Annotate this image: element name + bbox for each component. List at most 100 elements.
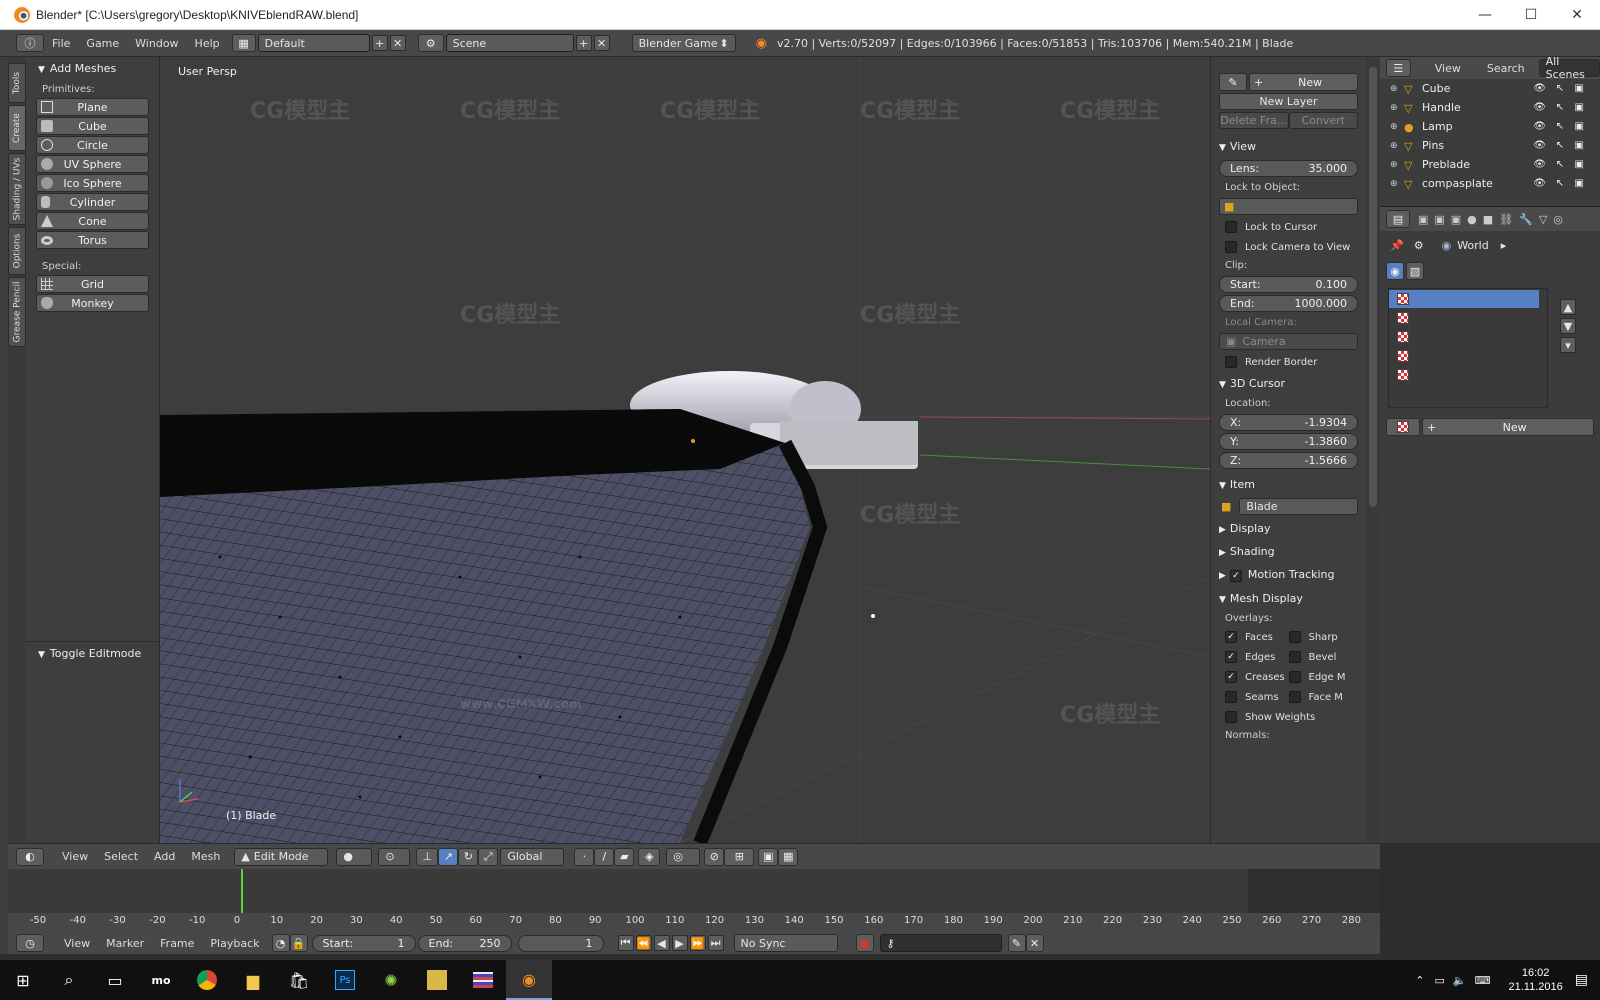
end-frame-field[interactable]: End: 250 (417, 934, 512, 952)
texture-slot[interactable] (1389, 290, 1539, 308)
properties-editor-icon[interactable]: ▤ (1386, 210, 1410, 228)
convert-button[interactable]: Convert (1288, 112, 1358, 129)
outliner-search-menu[interactable]: Search (1479, 62, 1533, 75)
cursor-y-field[interactable]: Y: -1.3860 (1219, 433, 1358, 450)
cursor-x-field[interactable]: X: -1.9304 (1219, 414, 1358, 431)
selectable-cursor-icon[interactable]: ↖ (1556, 140, 1564, 151)
face-select-icon[interactable]: ▰ (614, 847, 635, 866)
visibility-eye-icon[interactable]: 👁 (1533, 178, 1546, 189)
play-reverse-icon[interactable]: ◀ (653, 935, 670, 951)
viewport-menu-add[interactable]: Add (146, 850, 183, 863)
editor-type-3d-icon[interactable]: ◐ (16, 847, 44, 866)
jump-end-icon[interactable]: ⏭ (707, 935, 724, 951)
cursor-z-field[interactable]: Z: -1.5666 (1219, 452, 1358, 469)
outliner-view-menu[interactable]: View (1427, 62, 1469, 75)
pivot-dropdown[interactable]: ⊙ (378, 847, 411, 866)
outliner-row-lamp[interactable]: ⊕ ● Lamp 👁 ↖ ▣ (1380, 117, 1600, 136)
shading-panel-header[interactable]: ▶ Shading (1211, 540, 1366, 563)
app-icon-striped[interactable] (460, 960, 506, 1000)
render-camera-icon[interactable]: ▣ (1575, 178, 1584, 189)
scale-manipulator-icon[interactable]: ⤢ (478, 847, 499, 866)
motion-tracking-checkbox[interactable]: ✓ (1229, 570, 1242, 582)
delete-frame-button[interactable]: Delete Fra... (1219, 112, 1289, 129)
seams-checkbox[interactable]: Seams (1211, 687, 1289, 707)
add-uv-sphere-button[interactable]: UV Sphere (36, 155, 149, 173)
texture-browse-icon[interactable] (1386, 418, 1420, 436)
tray-chevron-icon[interactable]: ⌃ (1415, 974, 1424, 987)
move-slot-up-icon[interactable]: ▲ (1560, 299, 1576, 315)
timeline-menu-view[interactable]: View (56, 937, 98, 950)
outliner-row-compasplate[interactable]: ⊕ ▽ compasplate 👁 ↖ ▣ (1380, 174, 1600, 193)
remove-scene-icon[interactable]: ✕ (593, 35, 610, 51)
grease-pencil-new-button[interactable]: + New (1249, 73, 1358, 91)
auto-keyframe-record-icon[interactable]: ● (855, 934, 874, 952)
motion-tracking-panel-header[interactable]: ▶ ✓ Motion Tracking (1211, 563, 1366, 587)
local-camera-field[interactable]: ▣ Camera (1219, 333, 1358, 350)
render-camera-icon[interactable]: ▣ (1575, 121, 1584, 132)
timeline-menu-frame[interactable]: Frame (152, 937, 202, 950)
app-icon-mo[interactable]: mo (138, 960, 184, 1000)
selectable-cursor-icon[interactable]: ↖ (1556, 178, 1564, 189)
snap-element-dropdown[interactable]: ⊞ (724, 847, 755, 866)
add-layout-icon[interactable]: + (371, 35, 388, 51)
add-ico-sphere-button[interactable]: Ico Sphere (36, 174, 149, 192)
move-slot-down-icon[interactable]: ▼ (1560, 318, 1576, 334)
occlude-geometry-icon[interactable]: ◈ (638, 847, 661, 866)
volume-icon[interactable]: 🔈 (1453, 974, 1467, 987)
selectable-cursor-icon[interactable]: ↖ (1556, 121, 1564, 132)
timeline-menu-marker[interactable]: Marker (98, 937, 152, 950)
visibility-eye-icon[interactable]: 👁 (1533, 159, 1546, 170)
store-icon[interactable]: 🛍 (276, 960, 322, 1000)
outliner-row-pins[interactable]: ⊕ ▽ Pins 👁 ↖ ▣ (1380, 136, 1600, 155)
add-cube-button[interactable]: Cube (36, 117, 149, 135)
close-button[interactable]: ✕ (1554, 0, 1600, 30)
outliner-row-handle[interactable]: ⊕ ▽ Handle 👁 ↖ ▣ (1380, 98, 1600, 117)
3d-cursor-panel-header[interactable]: ▼ 3D Cursor (1211, 372, 1366, 395)
editor-type-info-icon[interactable]: ⓘ (16, 34, 44, 52)
scene-icon[interactable]: ⚙ (417, 34, 444, 52)
properties-context-icons[interactable]: ▣▣▣●■⛓🔧▽◎ (1418, 213, 1569, 226)
viewport-menu-select[interactable]: Select (96, 850, 146, 863)
selectable-cursor-icon[interactable]: ↖ (1556, 83, 1564, 94)
scene-field[interactable]: Scene (445, 34, 574, 52)
editor-type-timeline-icon[interactable]: ◷ (16, 934, 44, 952)
add-circle-button[interactable]: Circle (36, 136, 149, 154)
network-icon[interactable]: ▭ (1435, 974, 1445, 987)
item-panel-header[interactable]: ▼ Item (1211, 473, 1366, 496)
clip-end-field[interactable]: End: 1000.000 (1219, 295, 1358, 312)
visibility-eye-icon[interactable]: 👁 (1533, 102, 1546, 113)
maximize-button[interactable]: ☐ (1508, 0, 1554, 30)
render-preview-icon[interactable]: ▣ (758, 847, 779, 866)
viewport-menu-mesh[interactable]: Mesh (183, 850, 228, 863)
task-view-icon[interactable]: ▭ (92, 960, 138, 1000)
current-frame-field[interactable]: 1 (517, 934, 604, 952)
layout-icon[interactable]: ▦ (231, 34, 256, 52)
snap-toggle-icon[interactable]: ⊘ (704, 847, 725, 866)
minimize-button[interactable]: — (1462, 0, 1508, 30)
action-center-icon[interactable]: ▤ (1575, 972, 1588, 988)
texture-slot[interactable] (1389, 309, 1547, 327)
new-layer-button[interactable]: New Layer (1219, 93, 1358, 110)
clip-start-field[interactable]: Start: 0.100 (1219, 276, 1358, 293)
timeline-menu-playback[interactable]: Playback (202, 937, 267, 950)
outliner-row-preblade[interactable]: ⊕ ▽ Preblade 👁 ↖ ▣ (1380, 155, 1600, 174)
3d-viewport[interactable]: User Persp (1) Blade CG模型主 CG模型主 CG模型主 C… (160, 57, 1210, 843)
menu-file[interactable]: File (44, 37, 78, 50)
n-panel-scrollbar[interactable] (1366, 57, 1380, 843)
add-meshes-panel-header[interactable]: ▼ Add Meshes (26, 57, 159, 80)
viewport-menu-view[interactable]: View (54, 850, 96, 863)
jump-start-icon[interactable]: ⏮ (617, 935, 634, 951)
timeline-area[interactable] (8, 869, 1380, 919)
render-border-checkbox[interactable]: Render Border (1211, 352, 1366, 372)
keying-set-field[interactable]: ⚷ (879, 934, 1002, 952)
selectable-cursor-icon[interactable]: ↖ (1556, 102, 1564, 113)
insert-keyframe-icon[interactable]: ✎ (1007, 934, 1026, 952)
app-icon-green[interactable]: ✺ (368, 960, 414, 1000)
selectable-cursor-icon[interactable]: ↖ (1556, 159, 1564, 170)
grease-pencil-icon[interactable]: ✎ (1219, 73, 1247, 91)
edge-select-icon[interactable]: / (594, 847, 615, 866)
face-marks-checkbox[interactable]: Face M (1288, 687, 1367, 707)
remove-layout-icon[interactable]: ✕ (389, 35, 406, 51)
texture-slot[interactable] (1389, 328, 1547, 346)
item-name-field[interactable]: Blade (1239, 498, 1358, 515)
